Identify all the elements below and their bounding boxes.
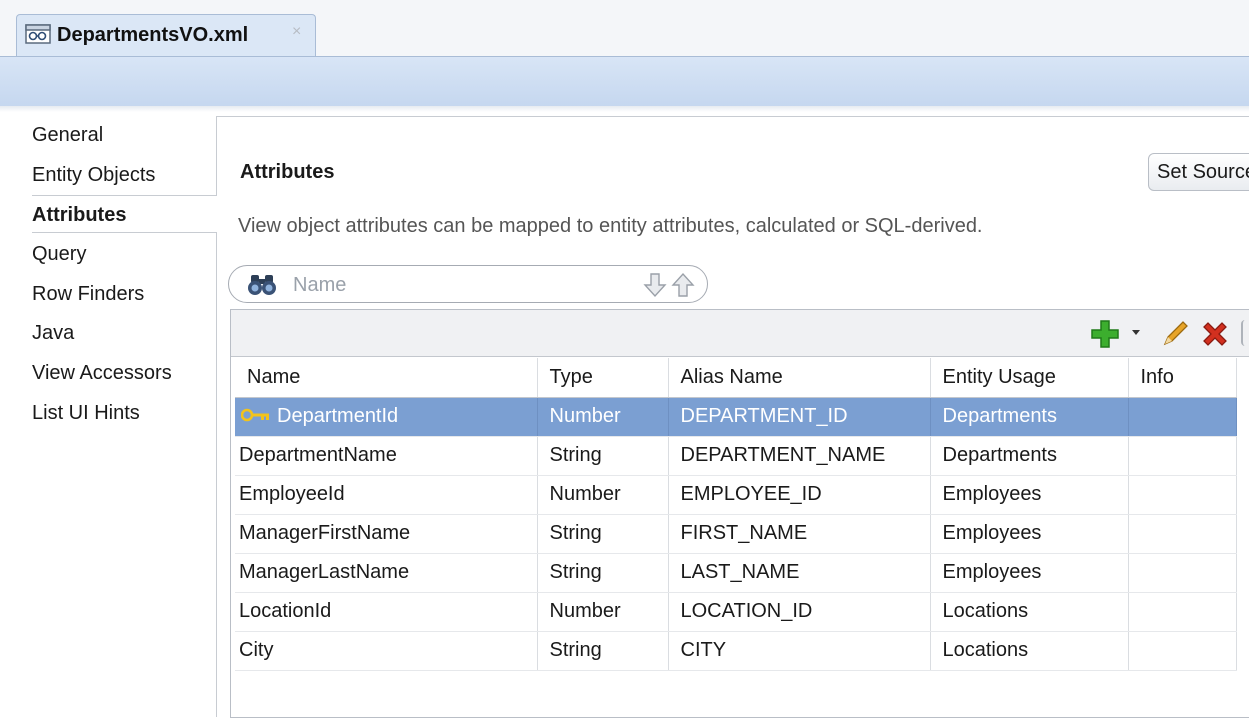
column-header-type[interactable]: Type bbox=[537, 358, 669, 398]
editor-tab-departmentsvo[interactable]: DepartmentsVO.xml × bbox=[16, 14, 316, 57]
cell-info[interactable] bbox=[1128, 514, 1237, 554]
cell-entity-usage[interactable]: Employees bbox=[930, 514, 1129, 554]
attributes-table: Name Type Alias Name Entity Usage Info D… bbox=[235, 358, 1237, 671]
editor-tab-title: DepartmentsVO.xml bbox=[57, 24, 249, 46]
cell-entity-usage[interactable]: Locations bbox=[930, 631, 1129, 671]
attributes-panel: Attributes Set Source View object attrib… bbox=[216, 116, 1249, 718]
attributes-table-container: Name Type Alias Name Entity Usage Info D… bbox=[230, 309, 1249, 718]
nav-item-view-accessors[interactable]: View Accessors bbox=[32, 354, 216, 392]
table-row[interactable]: DepartmentName String DEPARTMENT_NAME De… bbox=[235, 436, 1237, 476]
table-row[interactable]: City String CITY Locations bbox=[235, 631, 1237, 671]
table-row[interactable]: EmployeeId Number EMPLOYEE_ID Employees bbox=[235, 475, 1237, 515]
table-row[interactable]: ManagerLastName String LAST_NAME Employe… bbox=[235, 553, 1237, 593]
cell-type[interactable]: String bbox=[537, 436, 669, 476]
cell-type[interactable]: Number bbox=[537, 592, 669, 632]
table-row[interactable]: DepartmentId Number DEPARTMENT_ID Depart… bbox=[235, 397, 1237, 437]
column-header-alias-name[interactable]: Alias Name bbox=[668, 358, 931, 398]
cell-alias-name[interactable]: DEPARTMENT_NAME bbox=[668, 436, 931, 476]
cell-info[interactable] bbox=[1128, 436, 1237, 476]
primary-key-icon bbox=[240, 405, 271, 428]
cell-type[interactable]: String bbox=[537, 514, 669, 554]
add-icon[interactable] bbox=[1089, 318, 1121, 355]
find-next-arrow-down-icon[interactable] bbox=[643, 272, 667, 303]
table-header-row: Name Type Alias Name Entity Usage Info bbox=[235, 358, 1237, 398]
cell-type[interactable]: String bbox=[537, 553, 669, 593]
cell-name[interactable]: DepartmentId bbox=[235, 397, 538, 437]
close-tab-icon[interactable]: × bbox=[292, 23, 301, 41]
delete-x-icon[interactable] bbox=[1199, 318, 1231, 355]
page-title: Attributes bbox=[240, 161, 335, 183]
column-header-entity-usage[interactable]: Entity Usage bbox=[930, 358, 1129, 398]
cell-entity-usage[interactable]: Employees bbox=[930, 553, 1129, 593]
cell-info[interactable] bbox=[1128, 397, 1237, 437]
nav-item-attributes[interactable]: Attributes bbox=[32, 195, 217, 233]
cell-name[interactable]: DepartmentName bbox=[235, 436, 538, 476]
cell-name[interactable]: City bbox=[235, 631, 538, 671]
cell-info[interactable] bbox=[1128, 631, 1237, 671]
nav-item-java[interactable]: Java bbox=[32, 314, 216, 352]
binoculars-icon bbox=[247, 273, 277, 302]
view-object-icon bbox=[25, 22, 51, 49]
panel-description: View object attributes can be mapped to … bbox=[238, 215, 983, 237]
cell-alias-name[interactable]: EMPLOYEE_ID bbox=[668, 475, 931, 515]
nav-item-row-finders[interactable]: Row Finders bbox=[32, 275, 216, 313]
cell-alias-name[interactable]: LAST_NAME bbox=[668, 553, 931, 593]
cell-alias-name[interactable]: CITY bbox=[668, 631, 931, 671]
nav-item-general[interactable]: General bbox=[32, 116, 216, 154]
table-row[interactable]: ManagerFirstName String FIRST_NAME Emplo… bbox=[235, 514, 1237, 554]
cell-name[interactable]: EmployeeId bbox=[235, 475, 538, 515]
column-header-name[interactable]: Name bbox=[235, 358, 538, 398]
cell-type[interactable]: Number bbox=[537, 397, 669, 437]
cell-name[interactable]: ManagerLastName bbox=[235, 553, 538, 593]
cell-entity-usage[interactable]: Locations bbox=[930, 592, 1129, 632]
cell-info[interactable] bbox=[1128, 592, 1237, 632]
dropdown-arrow-icon[interactable] bbox=[1129, 324, 1143, 342]
cell-info[interactable] bbox=[1128, 553, 1237, 593]
cell-info[interactable] bbox=[1128, 475, 1237, 515]
attribute-search-field[interactable] bbox=[228, 265, 708, 303]
set-source-button[interactable]: Set Source bbox=[1148, 153, 1249, 191]
cell-type[interactable]: String bbox=[537, 631, 669, 671]
toolbar-overflow-edge bbox=[1241, 320, 1249, 346]
cell-alias-name[interactable]: FIRST_NAME bbox=[668, 514, 931, 554]
attribute-name: DepartmentId bbox=[277, 404, 399, 427]
nav-item-list-ui-hints[interactable]: List UI Hints bbox=[32, 394, 216, 432]
nav-item-entity-objects[interactable]: Entity Objects bbox=[32, 156, 216, 194]
edit-pencil-icon[interactable] bbox=[1159, 318, 1191, 355]
cell-entity-usage[interactable]: Departments bbox=[930, 436, 1129, 476]
header-shadow bbox=[0, 106, 1249, 112]
cell-alias-name[interactable]: LOCATION_ID bbox=[668, 592, 931, 632]
cell-entity-usage[interactable]: Employees bbox=[930, 475, 1129, 515]
cell-name[interactable]: LocationId bbox=[235, 592, 538, 632]
table-row[interactable]: LocationId Number LOCATION_ID Locations bbox=[235, 592, 1237, 632]
cell-alias-name[interactable]: DEPARTMENT_ID bbox=[668, 397, 931, 437]
search-input[interactable] bbox=[291, 271, 625, 299]
editor-navigator: General Entity Objects Attributes Query … bbox=[24, 116, 217, 717]
editor-header-band bbox=[0, 56, 1249, 107]
cell-entity-usage[interactable]: Departments bbox=[930, 397, 1129, 437]
editor-tab-strip: DepartmentsVO.xml × bbox=[0, 0, 1249, 57]
nav-item-query[interactable]: Query bbox=[32, 235, 216, 273]
table-toolbar bbox=[231, 310, 1249, 357]
column-header-info[interactable]: Info bbox=[1128, 358, 1237, 398]
cell-name[interactable]: ManagerFirstName bbox=[235, 514, 538, 554]
cell-type[interactable]: Number bbox=[537, 475, 669, 515]
find-previous-arrow-up-icon[interactable] bbox=[671, 272, 695, 303]
